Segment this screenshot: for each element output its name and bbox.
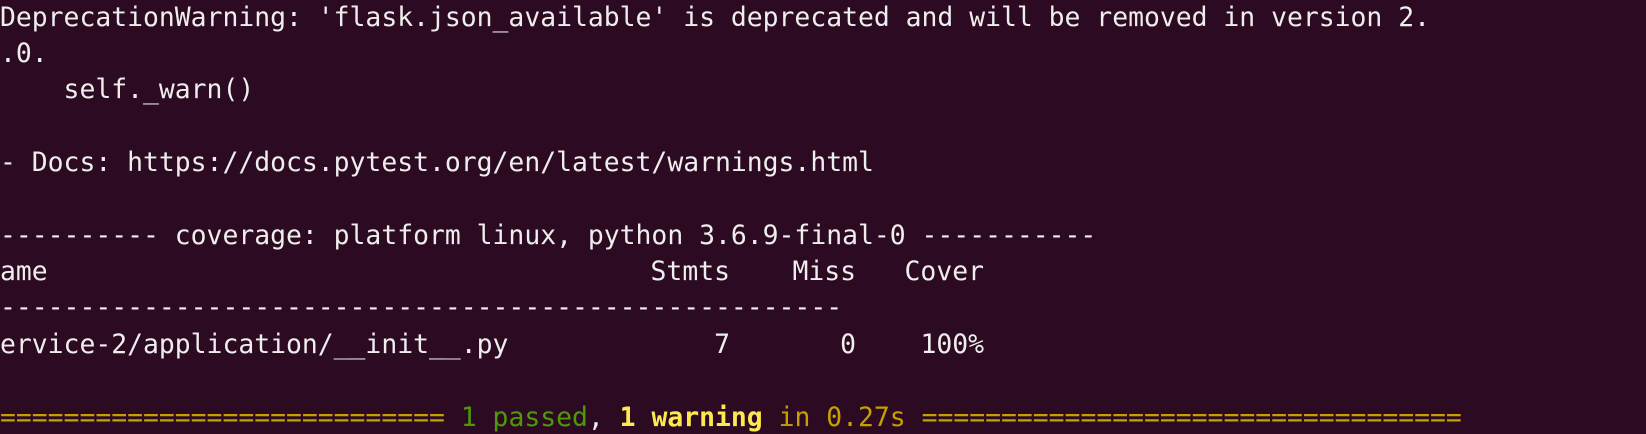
column-header-name: ame — [0, 256, 48, 287]
row-cover: 100% — [920, 329, 984, 360]
terminal-window[interactable]: DeprecationWarning: 'flask.json_availabl… — [0, 0, 1646, 434]
warn-call-line: self._warn() — [0, 74, 255, 105]
test-summary-line: ============================ 1 passed, 1… — [0, 400, 1462, 434]
column-header-miss: Miss — [792, 256, 856, 287]
coverage-table-header: ame Stmts Miss Cover — [0, 254, 984, 290]
coverage-header: ---------- coverage: platform linux, pyt… — [0, 220, 1097, 251]
row-stmts: 7 — [714, 329, 730, 360]
row-filename: ervice-2/application/__init__.py — [0, 329, 509, 360]
summary-warning: 1 warning — [619, 402, 763, 433]
summary-right-separator: ================================== — [921, 402, 1462, 433]
deprecation-warning-continuation: .0. — [0, 38, 48, 69]
summary-timing: in 0.27s — [778, 402, 906, 433]
docs-line: - Docs: https://docs.pytest.org/en/lates… — [0, 147, 874, 178]
table-row: ervice-2/application/__init__.py 7 0 100… — [0, 327, 984, 363]
column-header-stmts: Stmts — [650, 256, 730, 287]
deprecation-warning-line: DeprecationWarning: 'flask.json_availabl… — [0, 2, 1430, 33]
summary-passed: 1 passed — [460, 402, 588, 433]
row-miss: 0 — [840, 329, 856, 360]
summary-comma: , — [587, 402, 604, 433]
coverage-table-separator: ----------------------------------------… — [0, 292, 843, 323]
summary-left-separator: ============================ — [0, 402, 445, 433]
column-header-cover: Cover — [904, 256, 984, 287]
